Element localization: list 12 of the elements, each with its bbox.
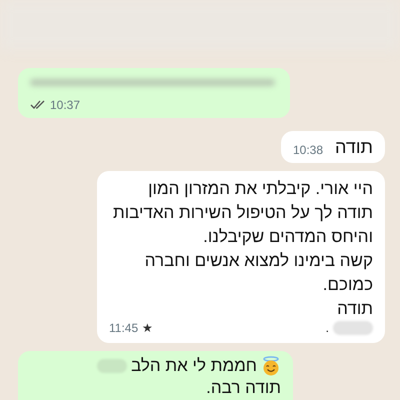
star-icon: ★: [142, 321, 154, 335]
message-time: 10:38: [293, 142, 324, 159]
message-text: היי אורי. קיבלתי את המזרון המון תודה לך על הטיפול השירות האדיבות והיחס המדהים שקיבלנו. קשה בימינו למצוא אנשים וחברה כמוכם. תודה: [112, 178, 373, 320]
double-check-icon: [30, 100, 46, 110]
smiling-face-with-halo-icon: [261, 356, 281, 376]
message-text: תודה: [335, 136, 373, 159]
signature-text: .: [326, 320, 329, 337]
message-text: חממת לי את הלב: [131, 355, 257, 377]
blurred-text: [333, 321, 373, 335]
message-text: תודה רבה.: [206, 377, 281, 399]
message-time: 11:45: [109, 320, 138, 337]
message-time: 10:37: [50, 97, 80, 114]
